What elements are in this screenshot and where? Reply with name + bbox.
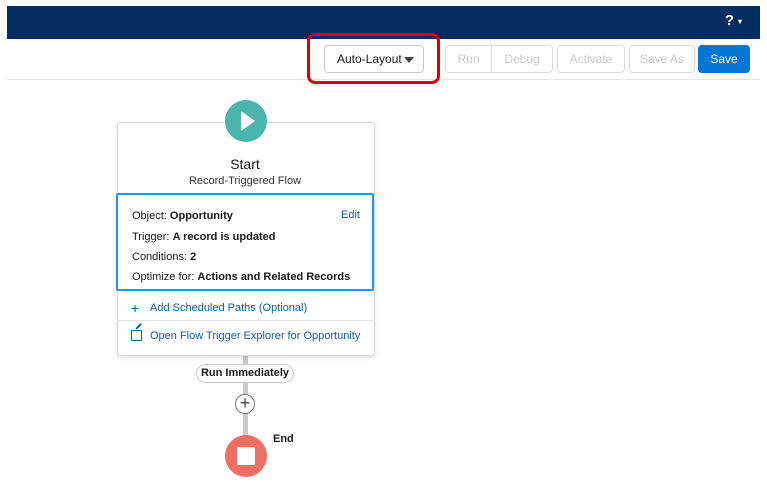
start-node-icon[interactable]	[225, 100, 267, 142]
conditions-row: Conditions: 2	[132, 251, 196, 263]
object-value: Opportunity	[169, 210, 233, 222]
object-row: Object: Opportunity	[132, 210, 233, 222]
stop-icon	[237, 447, 255, 465]
trigger-label: Trigger:	[132, 231, 170, 243]
save-as-button[interactable]: Save As	[629, 45, 695, 73]
plus-icon: +	[239, 393, 251, 413]
trigger-row: Trigger: A record is updated	[132, 231, 275, 243]
edit-link[interactable]: Edit	[341, 209, 360, 221]
caret-down-icon: ▾	[737, 16, 742, 26]
debug-button[interactable]: Debug	[491, 45, 553, 73]
activate-button[interactable]: Activate	[557, 45, 625, 73]
trigger-value: A record is updated	[172, 231, 276, 243]
run-immediately-path-label[interactable]: Run Immediately	[196, 364, 294, 383]
trigger-details-panel[interactable]: Object: Opportunity Edit Trigger: A reco…	[116, 193, 374, 291]
optimize-value: Actions and Related Records	[197, 271, 351, 283]
conditions-label: Conditions:	[132, 251, 188, 263]
start-node-title: Start	[230, 156, 260, 172]
optimize-label: Optimize for:	[132, 271, 195, 283]
open-trigger-explorer-label: Open Flow Trigger Explorer for Opportuni…	[150, 330, 361, 342]
help-menu-button[interactable]: ? ▾	[725, 12, 742, 29]
add-scheduled-paths-link[interactable]: + Add Scheduled Paths (Optional)	[117, 294, 373, 322]
end-node-label: End	[273, 433, 294, 445]
external-link-icon	[131, 330, 142, 341]
annotation-highlight-box	[307, 33, 440, 84]
play-icon	[241, 111, 255, 131]
divider	[117, 320, 373, 321]
open-trigger-explorer-link[interactable]: Open Flow Trigger Explorer for Opportuni…	[117, 322, 373, 350]
add-element-button[interactable]: +	[235, 394, 255, 414]
run-button[interactable]: Run	[445, 45, 492, 73]
start-node-subtitle: Record-Triggered Flow	[188, 175, 302, 187]
add-scheduled-paths-label: Add Scheduled Paths (Optional)	[150, 302, 308, 314]
conditions-value: 2	[190, 251, 197, 263]
save-button[interactable]: Save	[698, 45, 750, 73]
add-icon: +	[131, 300, 140, 316]
end-node-icon	[225, 435, 267, 477]
object-label: Object:	[132, 210, 167, 222]
help-icon: ?	[724, 12, 734, 29]
optimize-row: Optimize for: Actions and Related Record…	[132, 271, 350, 283]
